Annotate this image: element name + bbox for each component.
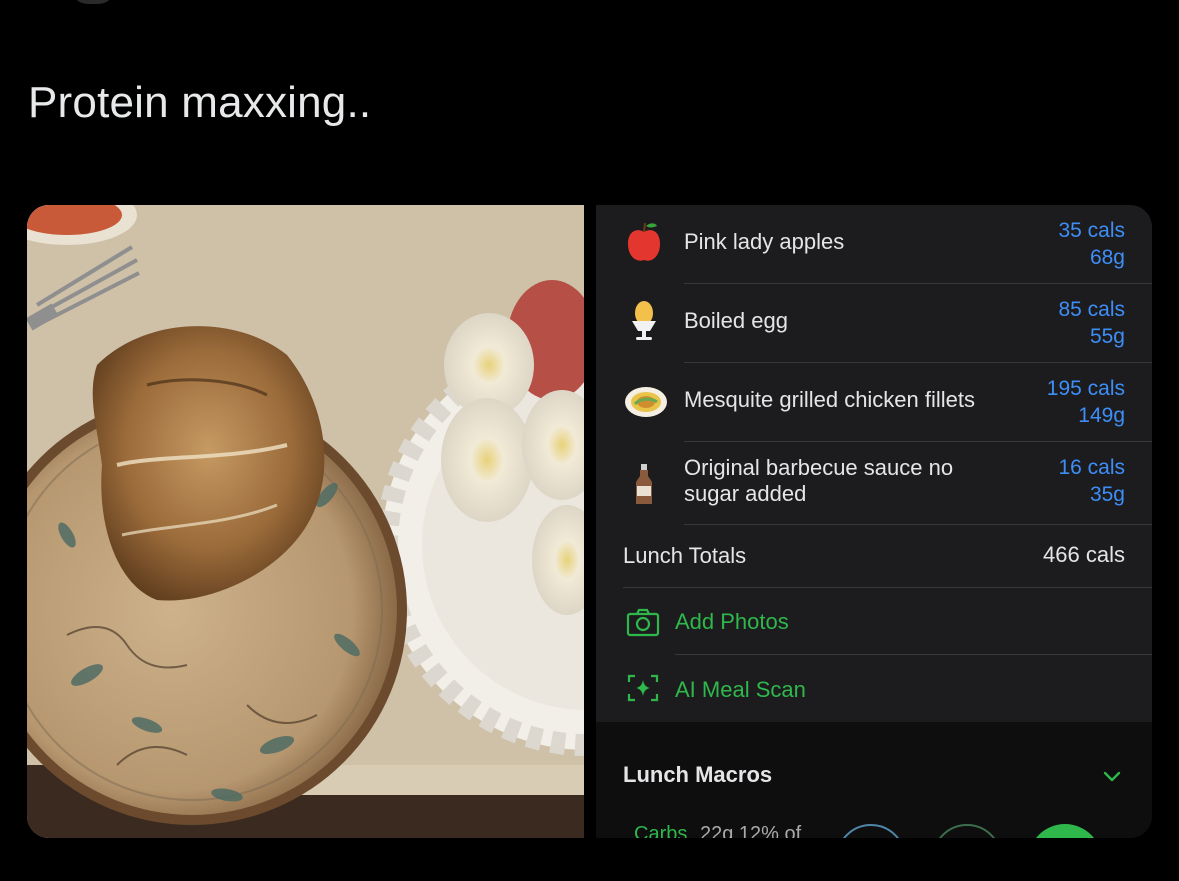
post-text: Protein maxxing.. [28,78,372,127]
avatar[interactable] [70,0,116,4]
add-photos-button[interactable]: Add Photos [596,588,1152,654]
camera-icon [626,608,660,637]
food-photo-image [27,205,584,838]
food-calories: 195 cals [1046,377,1125,400]
food-row-apple[interactable]: Pink lady apples 35 cals 68g [596,205,1152,284]
food-weight: 55g [1089,325,1125,348]
food-calories: 35 cals [1058,219,1125,242]
food-calories: 85 cals [1058,298,1125,321]
food-name: Pink lady apples [684,229,845,254]
lunch-macros-title: Lunch Macros [623,762,773,787]
carbs-ring [836,824,906,838]
food-row-chicken[interactable]: Mesquite grilled chicken fillets 195 cal… [596,363,1152,442]
sparkle-scan-icon [627,674,659,702]
ai-meal-scan-button[interactable]: AI Meal Scan [596,655,1152,721]
lunch-macros-section[interactable]: Lunch Macros Carbs 22g 12% of [596,722,1152,838]
nutrition-app-screenshot: Pink lady apples 35 cals 68g Boiled egg … [596,205,1152,838]
chevron-down-icon[interactable] [1102,766,1122,786]
food-calories: 16 cals [1058,456,1125,479]
food-photo[interactable] [27,205,584,838]
food-name: Boiled egg [684,308,788,333]
ai-meal-scan-label: AI Meal Scan [675,677,806,702]
sauce-bottle-icon [636,464,652,504]
food-row-bbq-sauce[interactable]: Original barbecue sauce no sugar added 1… [596,442,1152,525]
food-name: Mesquite grilled chicken fillets [684,387,976,412]
food-weight: 35g [1089,483,1125,506]
post-media[interactable]: Pink lady apples 35 cals 68g Boiled egg … [27,205,1152,838]
egg-icon [632,301,656,340]
food-dish-icon [625,387,667,417]
food-name: Original barbecue sauce no sugar added [684,455,954,506]
food-weight: 68g [1089,246,1125,269]
fat-ring [1028,824,1102,838]
food-row-egg[interactable]: Boiled egg 85 cals 55g [596,284,1152,363]
macros-carbs-label: Carbs [634,823,688,838]
lunch-totals: Lunch Totals 466 cals [596,525,1152,587]
totals-value: 466 cals [1043,542,1125,567]
macros-carbs-detail: 22g 12% of [700,823,802,838]
food-weight: 149g [1078,404,1125,427]
apple-icon [628,222,660,261]
protein-ring [932,824,1002,838]
add-photos-label: Add Photos [675,609,789,634]
totals-label: Lunch Totals [623,543,747,568]
